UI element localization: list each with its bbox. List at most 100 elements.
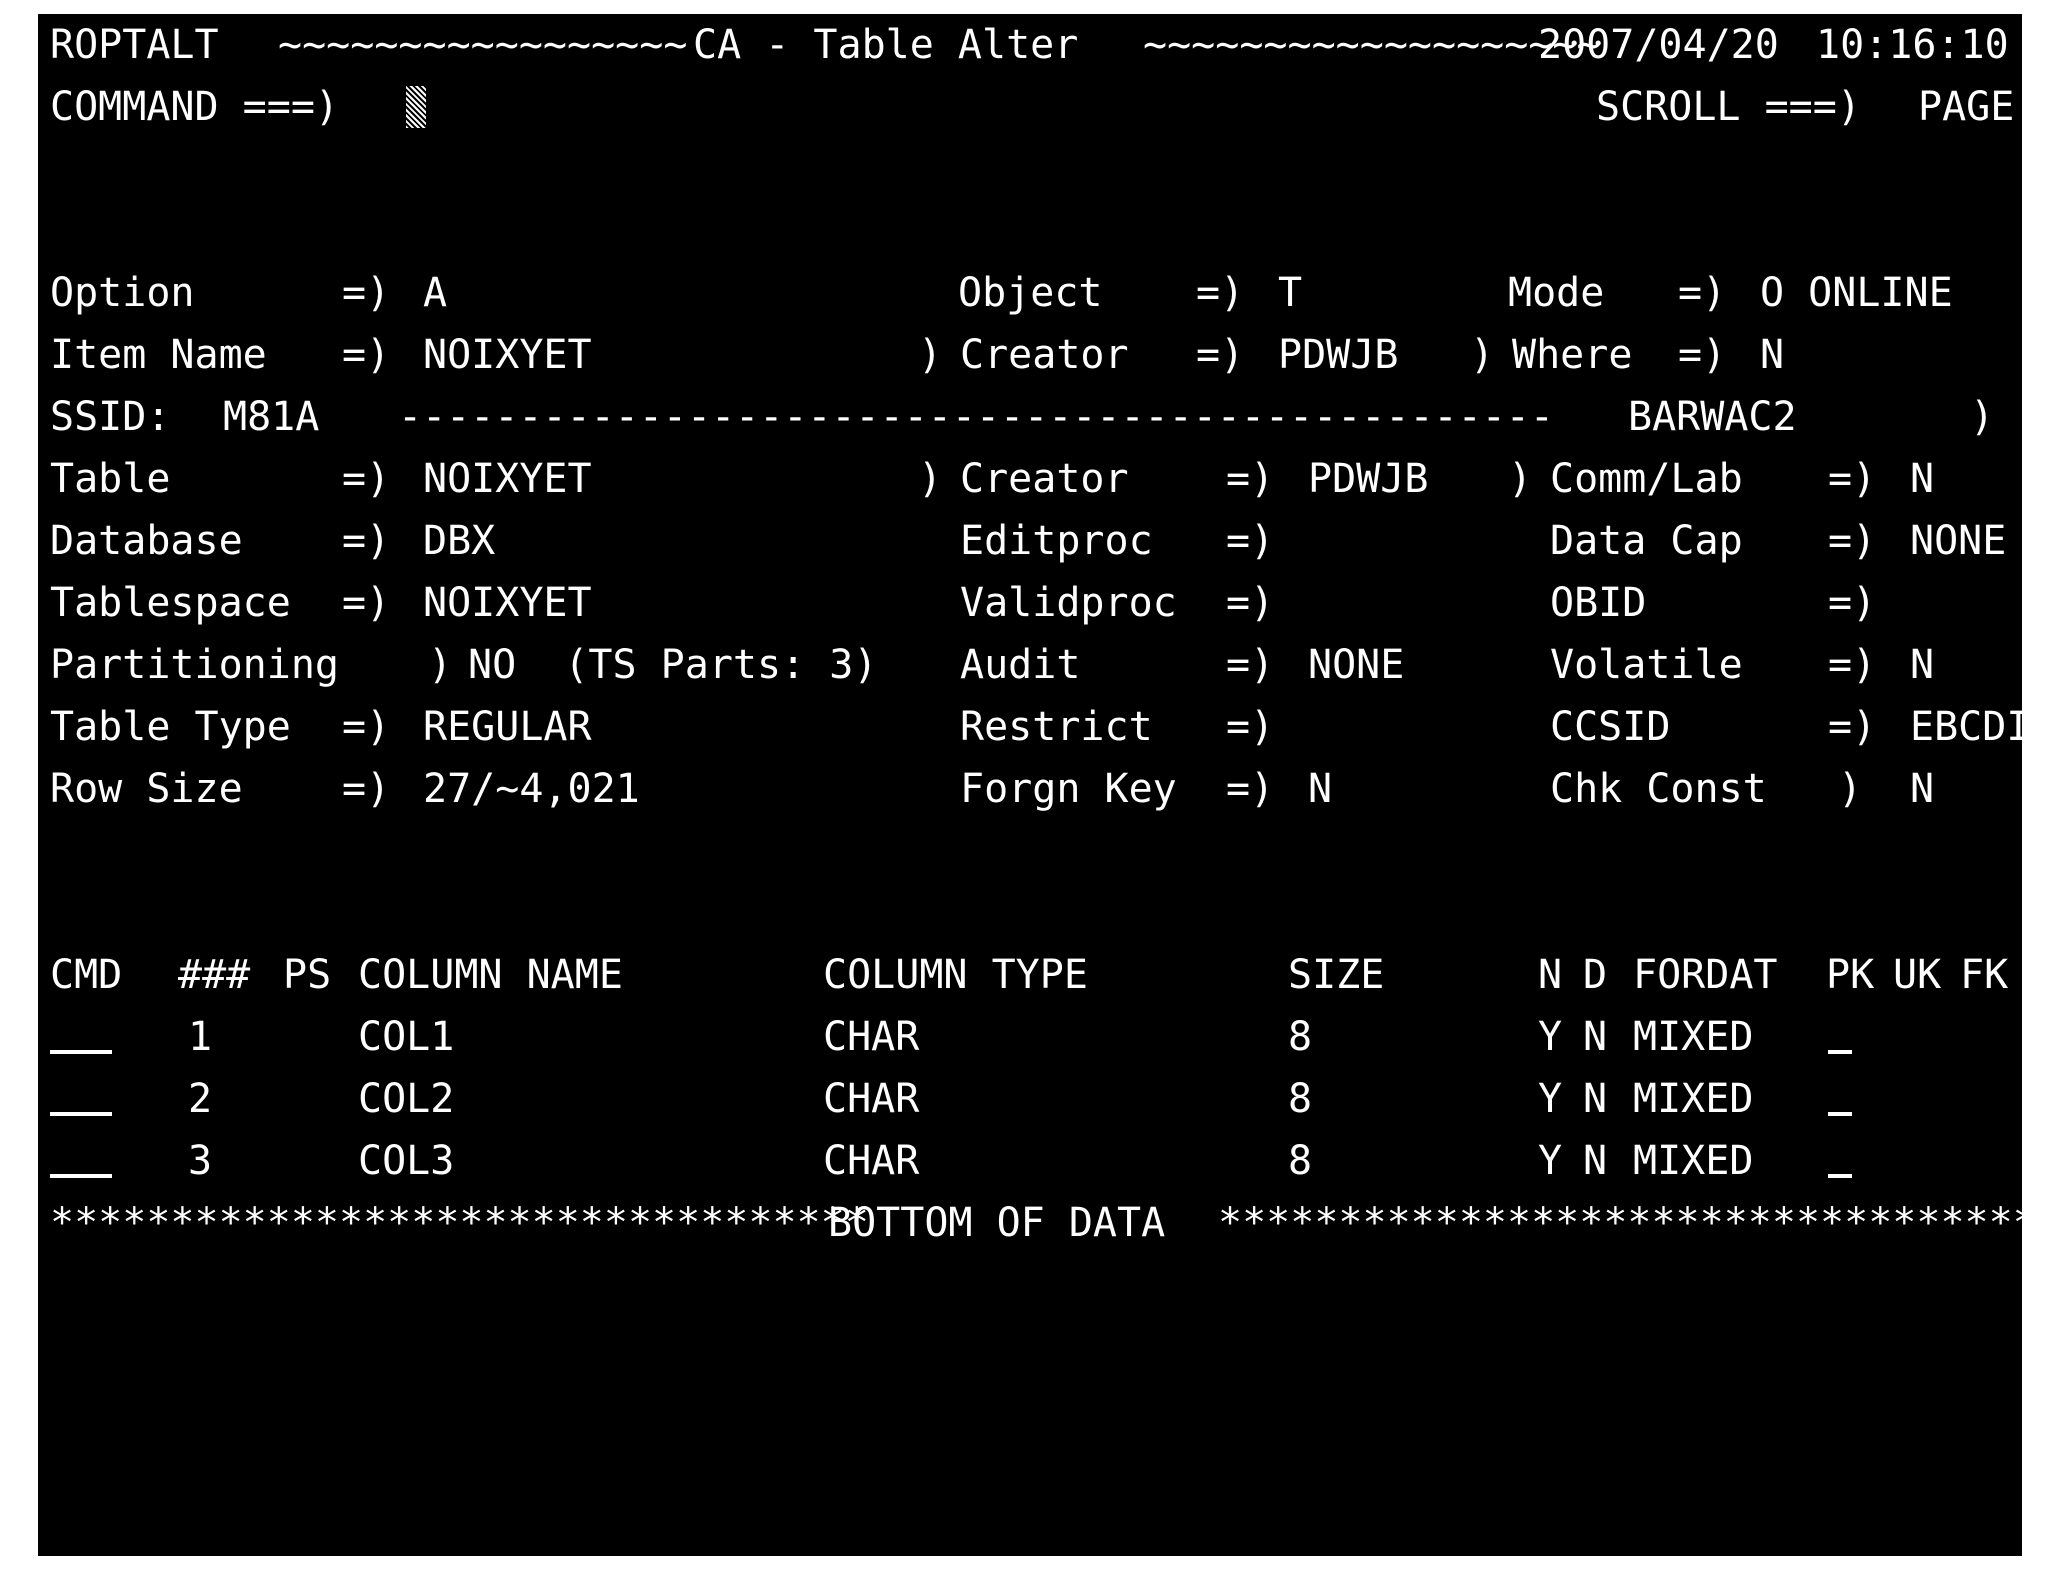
data-cap-sep: =)	[1828, 518, 1877, 564]
table-creator-prompt-indicator[interactable]: )	[918, 448, 942, 510]
volatile-sep: =)	[1828, 642, 1877, 688]
row-num: 1	[188, 1014, 213, 1060]
creator-value[interactable]: PDWJB	[1278, 324, 1398, 386]
object-label: Object	[958, 270, 1103, 316]
row-size-value: 27/~4,021	[423, 766, 640, 812]
row-fordat[interactable]: MIXED	[1633, 1068, 1753, 1130]
table-creator-value[interactable]: PDWJB	[1308, 448, 1428, 510]
input-underscore	[1828, 1006, 1852, 1054]
header-size: SIZE	[1288, 952, 1385, 998]
row-size[interactable]: 8	[1288, 1130, 1312, 1192]
where-prompt-indicator[interactable]: )	[1470, 324, 1494, 386]
obid-sep: =)	[1828, 580, 1877, 626]
restrict-label: Restrict	[960, 704, 1153, 750]
header-num: ###	[178, 952, 251, 998]
row-d[interactable]: N	[1583, 1068, 1607, 1130]
row-d[interactable]: N	[1583, 1006, 1607, 1068]
row-n[interactable]: Y	[1538, 1006, 1562, 1068]
partitioning-value[interactable]: NO (TS Parts: 3)	[468, 634, 877, 696]
row-column-type[interactable]: CHAR	[823, 1068, 919, 1130]
comm-lab-sep: =)	[1828, 456, 1877, 502]
data-cap-value[interactable]: NONE	[1910, 510, 2006, 572]
row-column-name[interactable]: COL1	[358, 1006, 454, 1068]
mode-label: Mode	[1508, 270, 1605, 316]
row-num: 3	[188, 1138, 213, 1184]
row-fordat[interactable]: MIXED	[1633, 1130, 1753, 1192]
table-value[interactable]: NOIXYET	[423, 448, 592, 510]
row-pk-input[interactable]	[1828, 1130, 1852, 1192]
panel-id: ROPTALT	[50, 22, 219, 68]
row-size[interactable]: 8	[1288, 1006, 1312, 1068]
option-label: Option	[50, 270, 195, 316]
row-size[interactable]: 8	[1288, 1068, 1312, 1130]
input-underscore	[50, 1068, 112, 1116]
row-column-name[interactable]: COL2	[358, 1068, 454, 1130]
audit-value[interactable]: NONE	[1308, 634, 1404, 696]
header-fk: FK	[1960, 952, 2009, 998]
forgn-key-value[interactable]: N	[1308, 758, 1332, 820]
database-value[interactable]: DBX	[423, 510, 495, 572]
row-fordat[interactable]: MIXED	[1633, 1006, 1753, 1068]
row-column-type[interactable]: CHAR	[823, 1006, 919, 1068]
editproc-label: Editproc	[960, 518, 1153, 564]
more-indicator[interactable]: )	[1970, 386, 1994, 448]
validproc-label: Validproc	[960, 580, 1177, 626]
row-d[interactable]: N	[1583, 1130, 1607, 1192]
header-column-name: COLUMN NAME	[358, 952, 623, 998]
row-num: 2	[188, 1076, 213, 1122]
header-uk: UK	[1893, 952, 1942, 998]
audit-sep: =)	[1226, 642, 1275, 688]
tablespace-value[interactable]: NOIXYET	[423, 572, 592, 634]
command-label: COMMAND ===)	[50, 84, 339, 130]
row-n[interactable]: Y	[1538, 1068, 1562, 1130]
row-pk-input[interactable]	[1828, 1006, 1852, 1068]
volatile-value[interactable]: N	[1910, 634, 1934, 696]
header-left-rule: ~~~~~~~~~~~~~~~~~	[278, 22, 688, 68]
ccsid-value[interactable]: EBCDIC	[1910, 696, 2022, 758]
where-value[interactable]: N	[1760, 324, 1784, 386]
header-date: 2007/04/20	[1538, 22, 1779, 68]
column-list-header: CMD ### PS COLUMN NAME COLUMN TYPE SIZE …	[38, 944, 2022, 1006]
creator-prompt-indicator[interactable]: )	[918, 324, 942, 386]
header-fordat: FORDAT	[1633, 952, 1778, 998]
where-label: Where	[1512, 332, 1633, 378]
table-sep: =)	[342, 456, 391, 502]
option-value[interactable]: A	[423, 262, 447, 324]
bottom-left-fill: **********************************	[50, 1200, 869, 1246]
row-pk-input[interactable]	[1828, 1068, 1852, 1130]
table-row: 3 COL3 CHAR 8 Y N MIXED	[38, 1130, 2022, 1192]
tablespace-sep: =)	[342, 580, 391, 626]
attribute-row-table-type: Table Type =) REGULAR Restrict =) CCSID …	[38, 696, 2022, 758]
row-column-type[interactable]: CHAR	[823, 1130, 919, 1192]
row-cmd-input[interactable]	[50, 1130, 112, 1192]
input-underscore	[50, 1006, 112, 1054]
header-pk: PK	[1826, 952, 1875, 998]
ssid-value: M81A	[223, 394, 320, 440]
table-type-value[interactable]: REGULAR	[423, 696, 592, 758]
row-column-name[interactable]: COL3	[358, 1130, 454, 1192]
tablespace-label: Tablespace	[50, 580, 291, 626]
mode-value[interactable]: O ONLINE	[1760, 262, 1953, 324]
ccsid-sep: =)	[1828, 704, 1877, 750]
row-cmd-input[interactable]	[50, 1006, 112, 1068]
command-input[interactable]	[406, 76, 426, 138]
bottom-right-fill: ****************************************…	[1218, 1200, 2022, 1246]
input-underscore	[1828, 1068, 1852, 1116]
row-n[interactable]: Y	[1538, 1130, 1562, 1192]
header-line: ROPTALT ~~~~~~~~~~~~~~~~~ CA - Table Alt…	[38, 14, 2022, 76]
header-ps: PS	[283, 952, 332, 998]
partitioning-sep[interactable]: )	[428, 634, 452, 696]
item-name-value[interactable]: NOIXYET	[423, 324, 592, 386]
row-cmd-input[interactable]	[50, 1068, 112, 1130]
chk-const-sep[interactable]: )	[1838, 758, 1862, 820]
comm-lab-value[interactable]: N	[1910, 448, 1934, 510]
table-creator-label: Creator	[960, 456, 1129, 502]
ccsid-label: CCSID	[1550, 704, 1671, 750]
scroll-value[interactable]: PAGE	[1918, 76, 2014, 138]
item-name-row: Item Name =) NOIXYET ) Creator =) PDWJB …	[38, 324, 2022, 386]
object-value[interactable]: T	[1278, 262, 1302, 324]
table-type-label: Table Type	[50, 704, 291, 750]
comm-lab-prompt-indicator[interactable]: )	[1508, 448, 1532, 510]
chk-const-value[interactable]: N	[1910, 758, 1934, 820]
audit-label: Audit	[960, 642, 1081, 688]
